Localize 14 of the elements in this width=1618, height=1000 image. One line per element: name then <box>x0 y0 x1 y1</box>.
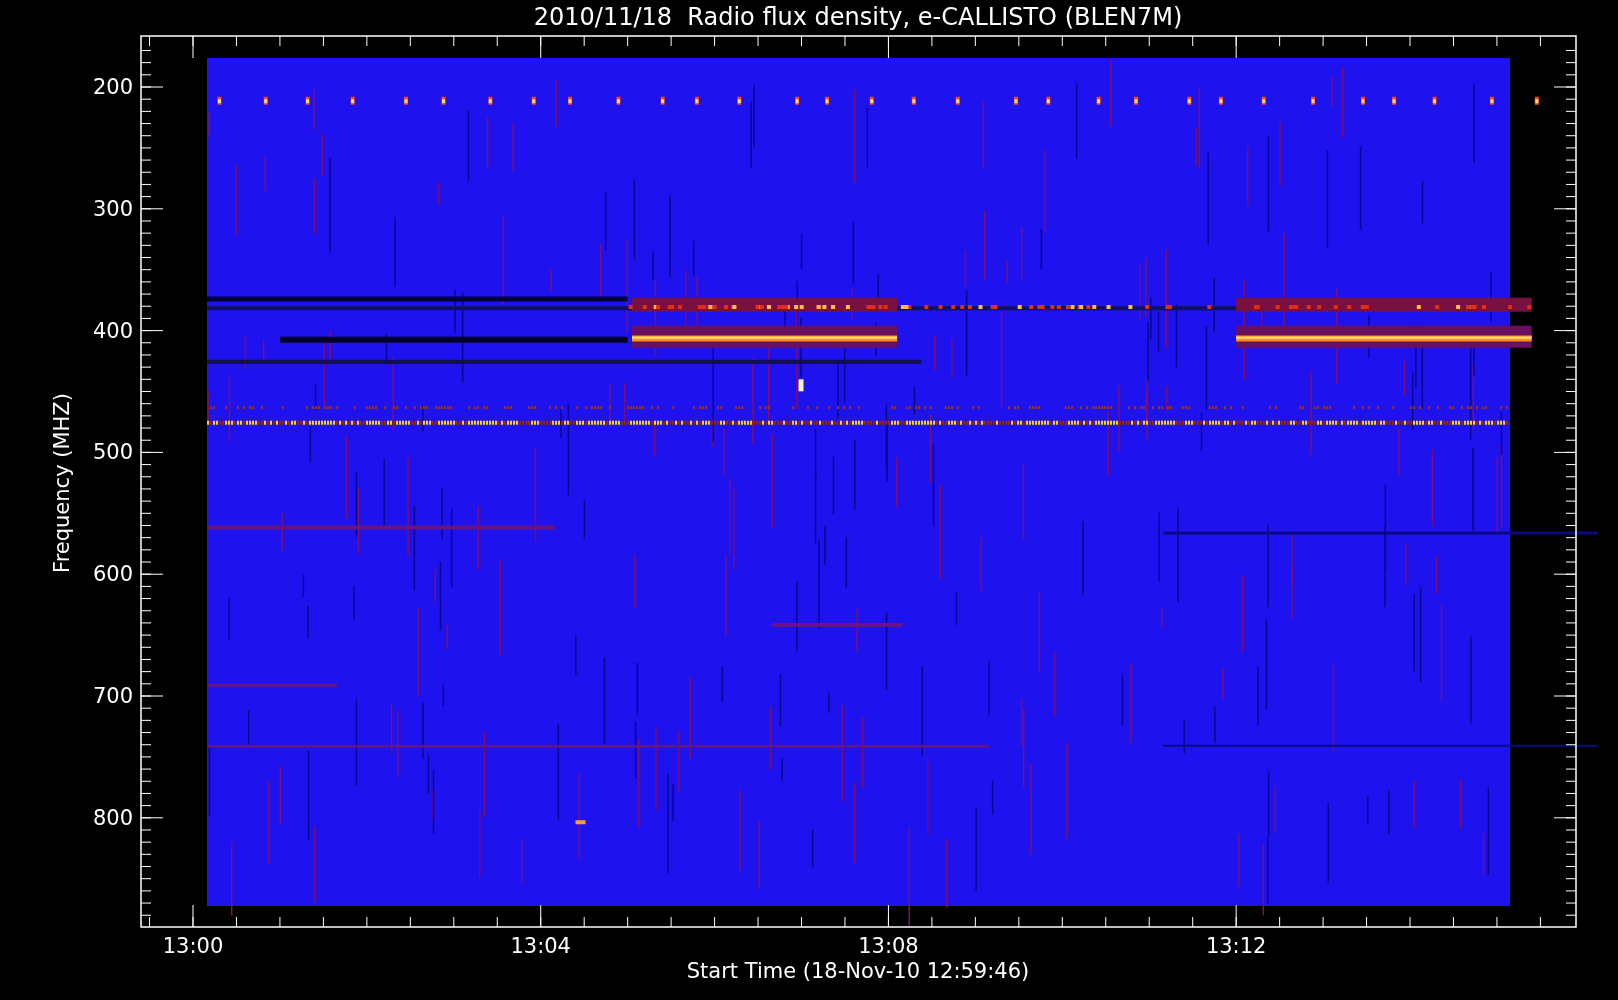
y-tick-label: 500 <box>92 440 133 465</box>
x-tick-label: 13:04 <box>510 934 571 958</box>
x-tick-label: 13:12 <box>1205 934 1267 958</box>
y-axis-label: Frequency (MHZ) <box>50 393 74 573</box>
y-tick-label: 300 <box>92 196 133 221</box>
y-tick-label: 800 <box>92 805 133 830</box>
y-tick-label: 200 <box>92 75 133 99</box>
y-tick-label: 400 <box>92 318 133 343</box>
chart-title: 2010/11/18 Radio flux density, e-CALLISTO (BLEN7M) <box>533 3 1183 31</box>
x-axis-label: Start Time (18-Nov-10 12:59:46) <box>686 959 1030 983</box>
x-tick-label: 13:08 <box>858 934 919 958</box>
y-tick-label: 700 <box>92 684 133 708</box>
y-tick-label: 600 <box>92 562 133 587</box>
x-tick-label: 13:00 <box>162 934 224 958</box>
